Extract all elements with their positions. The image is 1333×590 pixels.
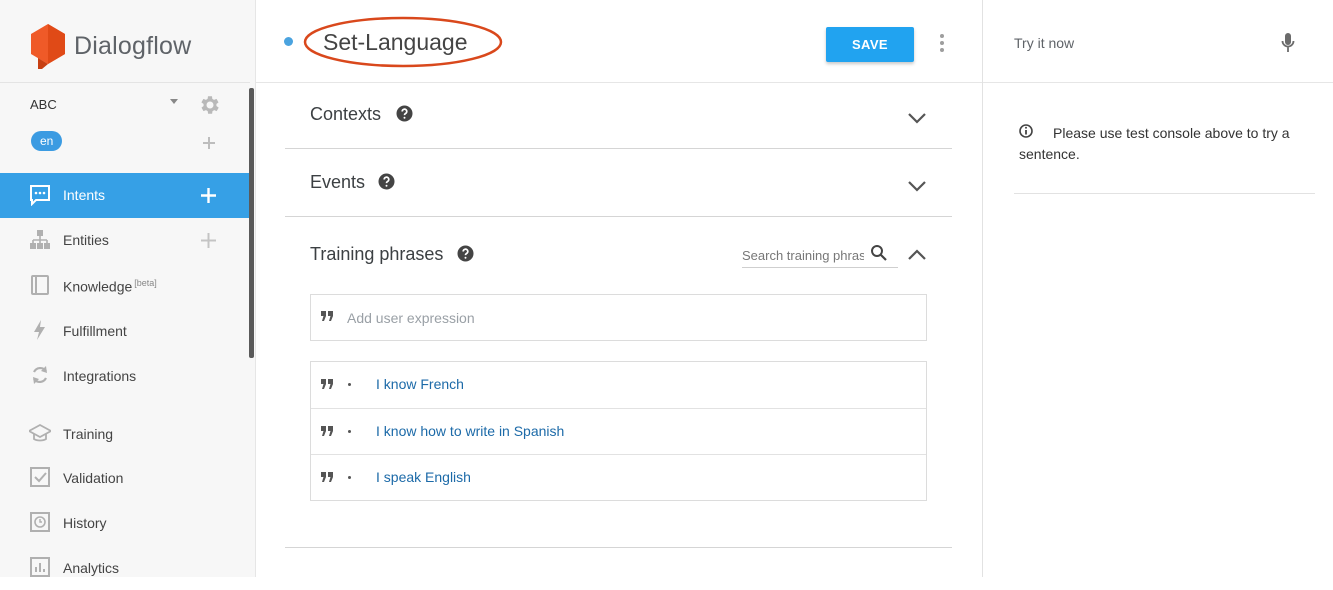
annotation-ellipse [303,16,503,68]
training-search [742,244,898,268]
add-language-icon[interactable] [201,135,217,151]
sidebar-scrollbar[interactable] [249,88,254,358]
sidebar-item-entities[interactable]: Entities [0,218,250,263]
search-training-input[interactable] [742,244,864,266]
list-item[interactable]: I know how to write in Spanish [311,408,926,454]
add-intent-icon[interactable] [200,187,217,204]
sidebar-item-knowledge[interactable]: Knowledge [beta] [0,263,250,308]
chevron-up-icon[interactable] [907,249,927,261]
training-phrase-text[interactable]: I know French [376,376,464,392]
book-icon [31,275,49,295]
microphone-icon[interactable] [1281,32,1295,54]
list-item[interactable]: I know French [311,362,926,408]
sidebar-item-training[interactable]: Training [0,411,250,456]
help-icon[interactable] [378,173,395,190]
clock-icon [30,512,50,532]
help-icon[interactable] [457,245,474,262]
sidebar-item-fulfillment[interactable]: Fulfillment [0,308,250,353]
language-badge[interactable]: en [31,131,63,151]
sidebar-item-label: Validation [63,470,124,486]
sidebar-item-label: Intents [63,187,106,203]
more-vert-icon[interactable] [936,33,948,53]
sidebar-item-validation[interactable]: Validation [0,455,250,500]
sidebar-item-analytics[interactable]: Analytics [0,545,250,590]
test-console-panel: Try it now Please use test console above… [982,0,1333,577]
quote-icon [321,472,333,482]
gear-icon[interactable] [198,93,222,117]
add-user-expression-input[interactable] [347,307,847,329]
sidebar-item-history[interactable]: History [0,500,250,545]
sidebar-item-label: Integrations [63,368,137,384]
bullet-icon [348,476,351,479]
bullet-icon [348,383,351,386]
dialogflow-logo-icon [31,24,65,69]
bolt-icon [34,320,45,340]
training-phrase-text[interactable]: I know how to write in Spanish [376,423,564,439]
sidebar-item-label: Knowledge [beta] [63,278,157,295]
sidebar-item-label: Training [63,426,114,442]
try-it-now-bar[interactable]: Try it now [983,0,1333,83]
bullet-icon [348,430,351,433]
help-icon[interactable] [396,105,413,122]
save-button[interactable]: SAVE [826,27,914,62]
contexts-title: Contexts [310,104,382,124]
test-console-hint: Please use test console above to try a s… [1019,125,1290,162]
add-expression-box [310,294,927,341]
dialogflow-brand[interactable]: Dialogflow [28,22,191,70]
list-item[interactable]: I speak English [311,454,926,500]
unsaved-indicator [284,37,293,46]
brand-name: Dialogflow [74,31,192,60]
try-it-now-input[interactable]: Try it now [1014,35,1074,51]
refresh-icon [33,366,47,384]
training-phrases-title: Training phrases [310,244,444,264]
sidebar-item-intents[interactable]: Intents [0,173,250,218]
beta-badge: [beta] [134,278,157,288]
checkbox-icon [30,467,50,487]
section-divider [285,216,952,217]
search-icon[interactable] [870,244,888,262]
agent-dropdown-icon[interactable] [170,99,178,104]
bar-chart-icon [30,557,50,577]
sidebar-item-label: Entities [63,232,109,248]
agent-name[interactable]: ABC [30,97,57,112]
section-divider [285,547,952,548]
chat-bubble-icon [30,185,50,206]
quote-icon [321,426,333,436]
graduation-cap-icon [29,423,51,442]
sidebar-item-label: Fulfillment [63,323,127,339]
chevron-down-icon[interactable] [907,112,927,124]
intent-editor: Contexts Events Training phrases Search … [256,84,982,577]
knowledge-label: Knowledge [63,278,133,295]
sidebar-item-label: Analytics [63,560,120,576]
sidebar-item-integrations[interactable]: Integrations [0,353,250,398]
section-divider [285,148,952,149]
sidebar: Dialogflow ABC en Intents Entities Knowl… [0,0,256,577]
panel-divider [1014,193,1315,194]
chevron-down-icon[interactable] [907,180,927,192]
training-phrase-text[interactable]: I speak English [376,469,471,485]
training-phrase-list: I know French I know how to write in Spa… [310,361,927,501]
hierarchy-icon [30,230,50,249]
quote-icon [321,311,333,321]
sidebar-item-label: History [63,515,107,531]
events-title: Events [310,172,366,192]
add-entity-icon[interactable] [200,232,217,249]
intent-header: Set-Language SAVE [256,0,982,83]
sidebar-divider [0,82,250,83]
quote-icon [321,379,333,389]
